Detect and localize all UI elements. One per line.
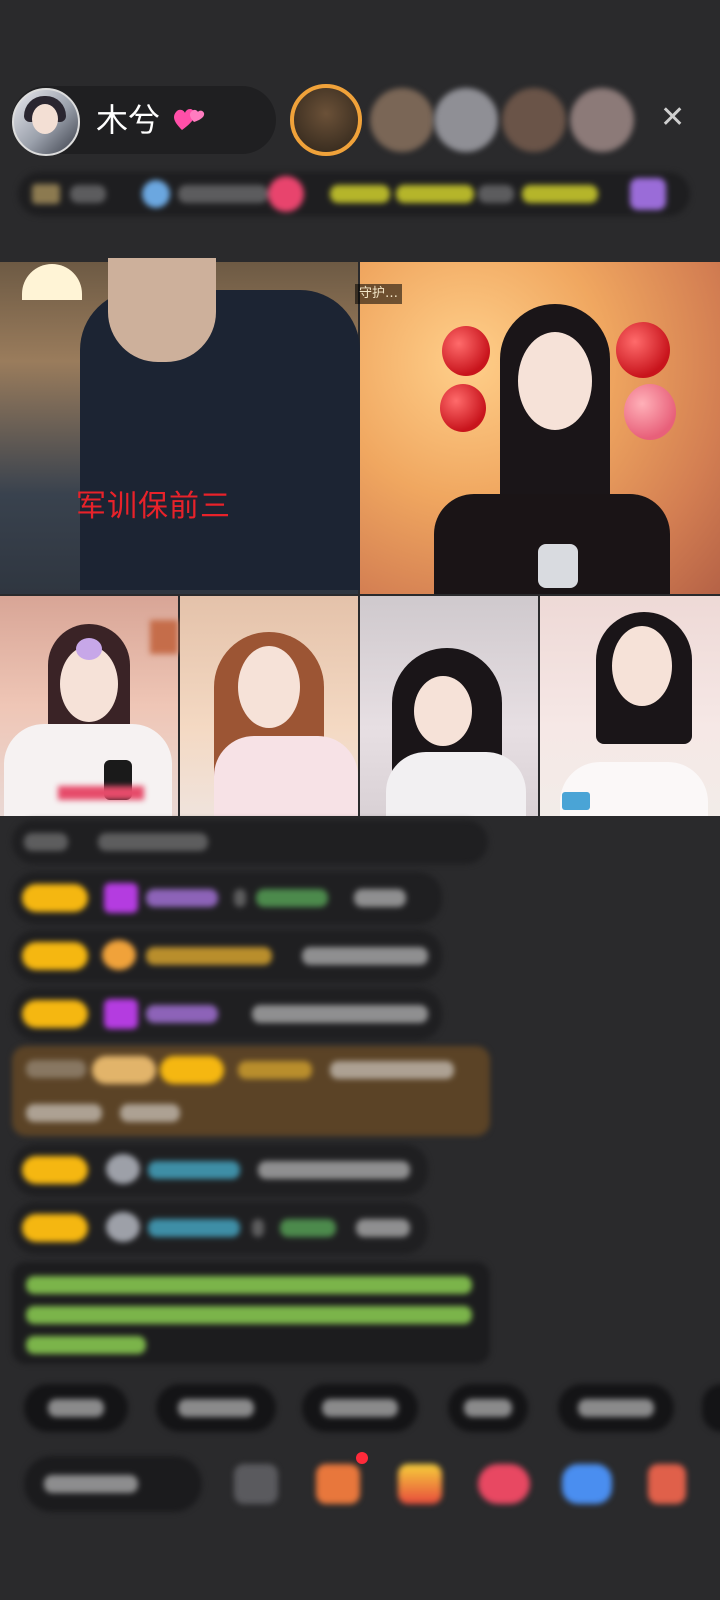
balloon bbox=[616, 322, 670, 378]
guest-face bbox=[518, 332, 592, 430]
guest-corner-label bbox=[150, 620, 178, 654]
balloon bbox=[624, 384, 676, 440]
quick-reply-chip[interactable] bbox=[156, 1384, 276, 1432]
viewer-avatar[interactable] bbox=[370, 88, 434, 152]
balloon bbox=[440, 384, 486, 432]
guest-dress bbox=[4, 724, 172, 816]
viewer-avatar[interactable] bbox=[570, 88, 634, 152]
quick-reply-chip[interactable] bbox=[448, 1384, 528, 1432]
guest-face bbox=[414, 676, 472, 746]
quick-reply-chip[interactable] bbox=[702, 1384, 720, 1432]
chat-message bbox=[12, 872, 442, 924]
emoji-icon[interactable] bbox=[234, 1464, 278, 1504]
viewer-avatar[interactable] bbox=[502, 88, 566, 152]
gift-box-icon[interactable] bbox=[316, 1464, 360, 1504]
chat-input[interactable] bbox=[24, 1456, 202, 1512]
notification-dot bbox=[356, 1452, 368, 1464]
chat-message bbox=[12, 820, 488, 864]
room-info-strip[interactable] bbox=[18, 172, 690, 216]
heart-gift-icon[interactable] bbox=[478, 1464, 530, 1504]
chat-message bbox=[12, 988, 442, 1040]
host-name: 木兮 bbox=[96, 101, 161, 139]
guest-dress bbox=[214, 736, 358, 816]
guest-dress bbox=[386, 752, 526, 816]
close-icon[interactable]: ✕ bbox=[660, 102, 685, 134]
highlighted-chat-message bbox=[12, 1046, 490, 1136]
balloon bbox=[442, 326, 490, 376]
quick-reply-chip[interactable] bbox=[24, 1384, 128, 1432]
chat-message bbox=[12, 1144, 428, 1196]
system-notice bbox=[12, 1262, 490, 1364]
quick-reply-chip[interactable] bbox=[558, 1384, 674, 1432]
guest-face bbox=[612, 626, 672, 706]
guest-sound-indicator bbox=[562, 792, 590, 810]
game-icon[interactable] bbox=[562, 1464, 612, 1504]
guest-face bbox=[238, 646, 300, 728]
gift-icon[interactable] bbox=[398, 1464, 442, 1504]
two-hearts-icon bbox=[174, 109, 205, 130]
chat-message bbox=[12, 1202, 428, 1254]
hair-flower bbox=[76, 638, 102, 660]
viewer-avatar[interactable] bbox=[434, 88, 498, 152]
chat-message bbox=[12, 930, 442, 982]
microphone bbox=[538, 544, 578, 588]
quick-reply-chip[interactable] bbox=[302, 1384, 418, 1432]
more-icon[interactable] bbox=[648, 1464, 686, 1504]
host-person-head bbox=[108, 258, 216, 362]
host-avatar[interactable] bbox=[12, 88, 80, 156]
guest-tag bbox=[58, 786, 144, 800]
video-overlay-text: 军训保前三 bbox=[76, 489, 231, 524]
top-viewer-avatar[interactable] bbox=[290, 84, 362, 156]
guard-tag[interactable]: 守护… bbox=[355, 284, 403, 304]
